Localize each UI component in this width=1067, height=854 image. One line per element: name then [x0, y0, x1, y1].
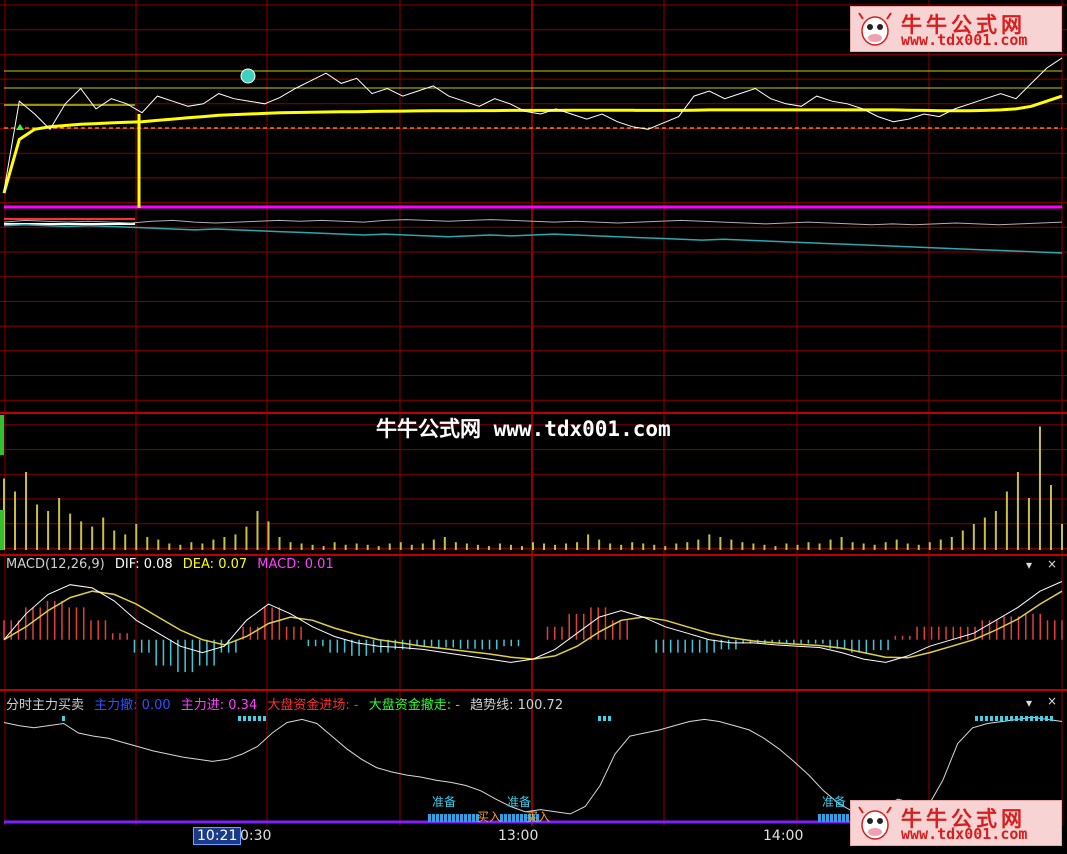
indicator-close-icon[interactable]: × — [1047, 694, 1057, 708]
signal-block — [468, 814, 471, 822]
signal-block — [440, 814, 443, 822]
cow-logo-icon — [858, 806, 892, 840]
top-signal-block — [608, 716, 611, 721]
top-signal-block — [1030, 716, 1033, 721]
top-signal-block — [1020, 716, 1023, 721]
marker-buy-2: 买入 — [526, 810, 551, 824]
signal-block — [460, 814, 463, 822]
watermark-url: www.tdx001.com — [901, 31, 1028, 49]
dif-value: DIF: 0.08 — [114, 557, 173, 572]
signal-block — [834, 814, 837, 822]
top-signal-block — [598, 716, 601, 721]
center-watermark: 牛牛公式网 www.tdx001.com — [376, 417, 671, 441]
top-signal-block — [1025, 716, 1028, 721]
time-label-1: 0:30 — [240, 828, 272, 844]
macd-close-icon[interactable]: × — [1047, 557, 1057, 571]
top-signal-block — [243, 716, 246, 721]
signal-block — [508, 814, 511, 822]
signal-block — [472, 814, 475, 822]
zl-out-value: 主力撤: 0.00 — [94, 698, 171, 713]
watermark-url: www.tdx001.com — [901, 825, 1028, 843]
time-cursor: 10:21 — [193, 827, 242, 845]
marker-buy-1: 买入 — [477, 810, 502, 824]
macd-title: MACD(12,26,9) — [6, 557, 105, 572]
signal-block — [846, 814, 849, 822]
signal-block — [444, 814, 447, 822]
indicator-legend: 分时主力买卖 主力撤: 0.00 主力进: 0.34 大盘资金进场: - 大盘资… — [6, 694, 569, 713]
marker-prepare-3: 准备 — [822, 795, 847, 809]
indicator-title: 分时主力买卖 — [6, 698, 85, 713]
watermark-bottom: 牛牛公式网 www.tdx001.com — [850, 800, 1062, 846]
top-signal-block — [1045, 716, 1048, 721]
top-signal-block — [1000, 716, 1003, 721]
dea-value: DEA: 0.07 — [182, 557, 248, 572]
time-label-2: 13:00 — [498, 828, 539, 844]
signal-block — [428, 814, 431, 822]
signal-block — [838, 814, 841, 822]
dp-in-value: 大盘资金进场: - — [267, 698, 359, 713]
cow-logo-icon — [858, 12, 892, 46]
signal-block — [818, 814, 821, 822]
top-signal-block — [985, 716, 988, 721]
dp-out-value: 大盘资金撤走: - — [368, 698, 460, 713]
signal-block — [436, 814, 439, 822]
marker-prepare-1: 准备 — [432, 795, 457, 809]
signal-block — [516, 814, 519, 822]
indicator-dropdown-icon[interactable]: ▾ — [1026, 696, 1032, 710]
top-signal-block — [980, 716, 983, 721]
top-signal-block — [1050, 716, 1053, 721]
top-signal-block — [62, 716, 65, 721]
signal-block — [512, 814, 515, 822]
top-signal-block — [263, 716, 266, 721]
signal-block — [822, 814, 825, 822]
signal-icon — [240, 68, 256, 84]
signal-block — [448, 814, 451, 822]
top-signal-block — [238, 716, 241, 721]
signal-block — [504, 814, 507, 822]
top-signal-block — [603, 716, 606, 721]
top-signal-block — [975, 716, 978, 721]
signal-block — [456, 814, 459, 822]
top-signal-block — [1015, 716, 1018, 721]
top-signal-block — [1040, 716, 1043, 721]
top-signal-block — [258, 716, 261, 721]
macd-value: MACD: 0.01 — [257, 557, 334, 572]
top-signal-block — [1005, 716, 1008, 721]
top-signal-block — [1035, 716, 1038, 721]
trend-value: 趋势线: 100.72 — [470, 698, 564, 713]
signal-block — [520, 814, 523, 822]
top-signal-block — [248, 716, 251, 721]
signal-block — [830, 814, 833, 822]
signal-block — [464, 814, 467, 822]
top-signal-block — [995, 716, 998, 721]
top-signal-block — [990, 716, 993, 721]
macd-dropdown-icon[interactable]: ▾ — [1026, 558, 1032, 572]
volume-scale-marker — [0, 415, 4, 455]
top-signal-block — [1010, 716, 1013, 721]
up-arrow-icon — [16, 124, 24, 130]
top-signal-block — [253, 716, 256, 721]
watermark-top: 牛牛公式网 www.tdx001.com — [850, 6, 1062, 52]
signal-block — [826, 814, 829, 822]
signal-block — [432, 814, 435, 822]
macd-legend: MACD(12,26,9) DIF: 0.08 DEA: 0.07 MACD: … — [6, 557, 340, 572]
time-label-3: 14:00 — [763, 828, 804, 844]
signal-block — [452, 814, 455, 822]
volume-scale-marker — [0, 510, 4, 550]
zl-in-value: 主力进: 0.34 — [180, 698, 258, 713]
signal-block — [842, 814, 845, 822]
